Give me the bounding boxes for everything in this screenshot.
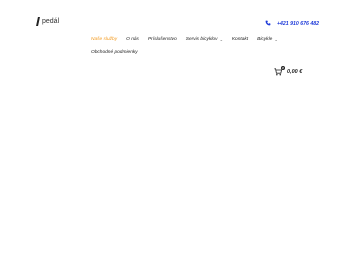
nav-item-label: Kontakt	[231, 37, 249, 42]
nav-item-label: Obchodné podmienky	[91, 50, 138, 55]
site-logo[interactable]: pedál	[36, 17, 60, 26]
logo-mark-icon	[36, 17, 40, 26]
nav-item-prislusenstvo[interactable]: Príslušenstvo	[148, 37, 177, 42]
main-navigation: Naše služby O nás Príslušenstvo Servis b…	[88, 37, 318, 55]
nav-second-row: Obchodné podmienky	[88, 50, 318, 55]
phone-icon	[265, 20, 271, 28]
chevron-down-icon: ⌄	[274, 37, 278, 42]
nav-item-label: Bicykle	[257, 37, 273, 42]
nav-item-o-nas[interactable]: O nás	[126, 37, 139, 42]
chevron-down-icon: ⌄	[219, 37, 223, 42]
cart-total: 0,00 €	[287, 69, 303, 75]
nav-item-label: Príslušenstvo	[147, 37, 177, 42]
nav-item-servis-bicyklov[interactable]: Servis bicyklov ⌄	[186, 37, 223, 42]
brand-name: pedál	[42, 18, 60, 25]
phone-number: +421 910 676 482	[277, 21, 319, 27]
cart-count-badge: 0	[281, 66, 285, 70]
nav-item-label: Naše služby	[91, 37, 118, 42]
nav-item-label: Servis bicyklov	[185, 37, 218, 42]
nav-item-label: O nás	[126, 37, 139, 42]
nav-item-nase-sluzby[interactable]: Naše služby	[91, 37, 117, 42]
nav-item-bicykle[interactable]: Bicykle ⌄	[257, 37, 278, 42]
nav-item-obchodne-podmienky[interactable]: Obchodné podmienky	[91, 50, 312, 55]
cart-icon: 0	[274, 66, 285, 76]
phone-contact[interactable]: +421 910 676 482	[265, 20, 319, 28]
nav-item-kontakt[interactable]: Kontakt	[232, 37, 248, 42]
cart-button[interactable]: 0 0,00 €	[274, 66, 303, 76]
